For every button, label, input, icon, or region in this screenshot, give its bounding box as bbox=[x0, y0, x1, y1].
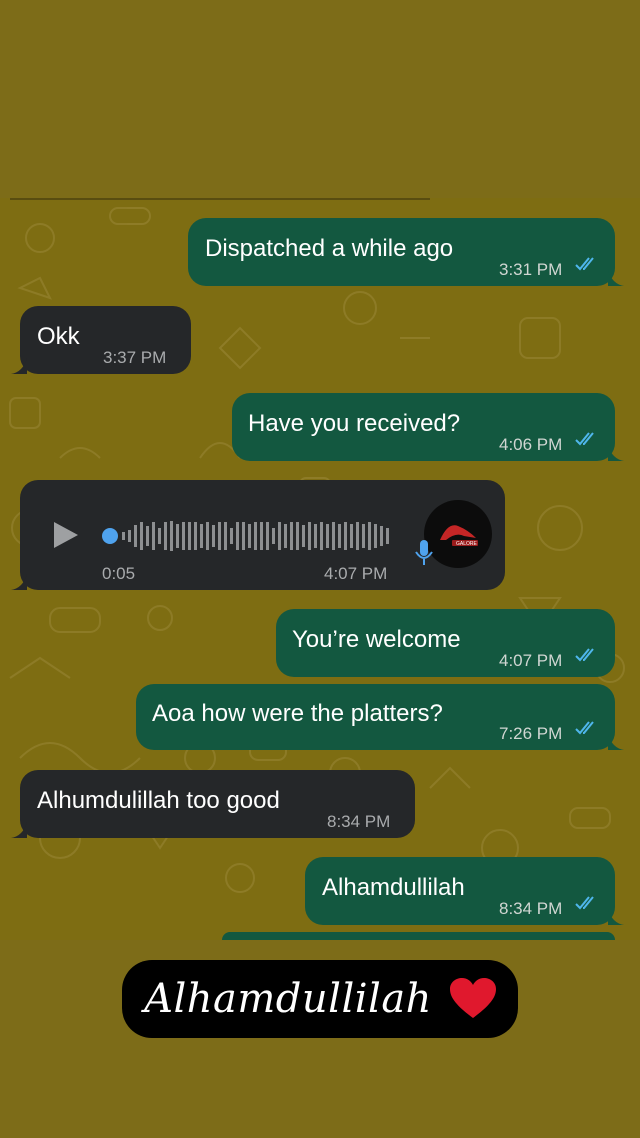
story-caption: Alhamdullilah bbox=[122, 960, 518, 1038]
cropped-message bbox=[222, 932, 615, 940]
avatar: GALORE bbox=[424, 500, 492, 568]
bubble-tail bbox=[608, 909, 624, 925]
caption-text: Alhamdullilah bbox=[144, 976, 432, 1022]
audio-waveform[interactable] bbox=[100, 516, 396, 556]
double-check-icon bbox=[575, 721, 594, 735]
play-icon[interactable] bbox=[52, 520, 80, 550]
message-time: 3:31 PM bbox=[499, 260, 563, 279]
outgoing-message[interactable]: Aoa how were the platters? 7:26 PM bbox=[136, 684, 615, 750]
double-check-icon bbox=[575, 648, 594, 662]
bubble-tail bbox=[11, 822, 27, 838]
message-text: Okk bbox=[37, 323, 80, 350]
outgoing-message[interactable]: Alhamdullilah 8:34 PM bbox=[305, 857, 615, 925]
message-text: Aoa how were the platters? bbox=[152, 700, 443, 727]
outgoing-message[interactable]: Dispatched a while ago 3:31 PM bbox=[188, 218, 615, 286]
bubble-tail bbox=[608, 445, 624, 461]
bubble-tail bbox=[608, 270, 624, 286]
message-text: Dispatched a while ago bbox=[205, 235, 454, 262]
bubble-tail bbox=[608, 734, 624, 750]
message-time: 8:34 PM bbox=[499, 899, 563, 918]
double-check-icon bbox=[575, 257, 594, 271]
message-text: You’re welcome bbox=[292, 626, 461, 653]
voice-duration: 0:05 bbox=[102, 564, 136, 583]
message-text: Alhamdullilah bbox=[322, 874, 465, 901]
bubble-tail bbox=[11, 358, 27, 374]
outgoing-message[interactable]: You’re welcome 4:07 PM bbox=[276, 609, 615, 677]
incoming-message[interactable]: Alhumdulillah too good 8:34 PM bbox=[20, 770, 415, 838]
heart-icon bbox=[449, 978, 496, 1018]
outgoing-message[interactable]: Have you received? 4:06 PM bbox=[232, 393, 615, 461]
message-time: 4:06 PM bbox=[499, 435, 563, 454]
message-text: Have you received? bbox=[248, 410, 461, 437]
message-time: 8:34 PM bbox=[327, 812, 391, 831]
double-check-icon bbox=[575, 432, 594, 446]
message-time: 4:07 PM bbox=[499, 651, 563, 670]
message-time: 4:07 PM bbox=[324, 564, 388, 583]
message-time: 3:37 PM bbox=[103, 348, 167, 367]
restaurant-logo bbox=[440, 525, 478, 546]
voice-message[interactable]: 0:05 4:07 PM GALORE bbox=[20, 480, 505, 590]
double-check-icon bbox=[575, 896, 594, 910]
avatar-text: GALORE bbox=[456, 541, 477, 547]
incoming-message[interactable]: Okk 3:37 PM bbox=[20, 306, 191, 374]
message-time: 7:26 PM bbox=[499, 724, 563, 743]
message-text: Alhumdulillah too good bbox=[37, 787, 280, 814]
bubble-tail bbox=[11, 574, 27, 590]
divider bbox=[10, 198, 430, 200]
microphone-icon bbox=[415, 540, 433, 565]
